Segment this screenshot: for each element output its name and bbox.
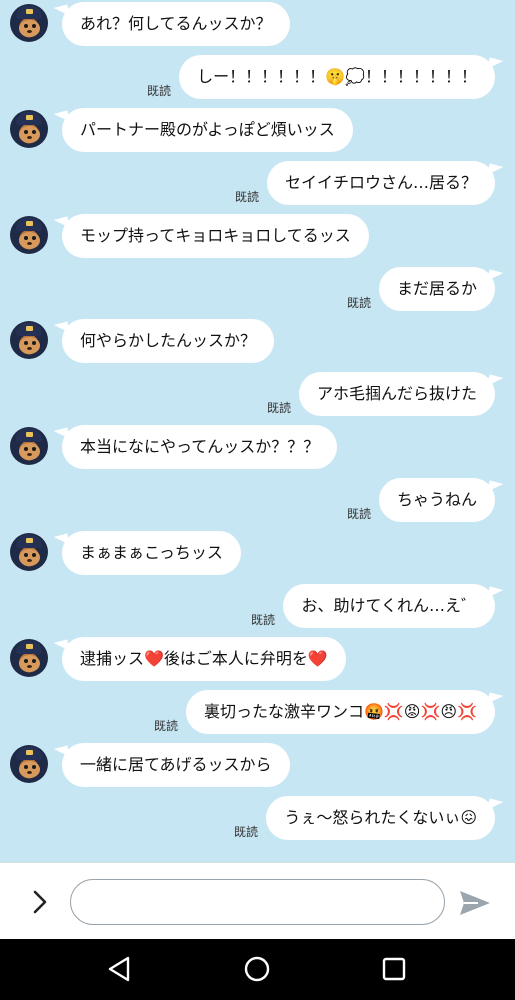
incoming-message-bubble[interactable]: パートナー殿のがよっぽど煩いッス — [62, 108, 353, 152]
message-row-in: 一緒に居てあげるッスから — [0, 743, 515, 787]
message-row-out: 裏切ったな激辛ワンコ🤬💢😡💢😠💢 既読 — [0, 690, 515, 734]
message-row-in: 何やらかしたんッスか？ — [0, 319, 515, 363]
outgoing-message-bubble[interactable]: アホ毛掴んだら抜けた — [298, 372, 495, 416]
read-receipt: 既読 — [234, 190, 259, 204]
message-row-in: モップ持ってキョロキョロしてるッス — [0, 214, 515, 258]
avatar[interactable] — [10, 533, 48, 571]
read-receipt: 既読 — [346, 296, 371, 310]
message-row-out: アホ毛掴んだら抜けた 既読 — [0, 372, 515, 416]
message-input[interactable] — [70, 879, 445, 925]
recents-square-icon[interactable] — [378, 953, 410, 985]
chevron-right-icon[interactable] — [26, 888, 54, 916]
read-receipt: 既読 — [153, 719, 178, 733]
outgoing-message-bubble[interactable]: お、助けてくれん…え゛ — [283, 584, 495, 628]
message-row-out: お、助けてくれん…え゛ 既読 — [0, 584, 515, 628]
incoming-message-bubble[interactable]: まぁまぁこっちッス — [62, 531, 241, 575]
outgoing-message-bubble[interactable]: しー！！！！！！🤫💭！！！！！！！ — [179, 55, 495, 99]
avatar[interactable] — [10, 110, 48, 148]
read-receipt: 既読 — [146, 84, 171, 98]
incoming-message-bubble[interactable]: あれ？何してるんッスか？ — [62, 2, 290, 46]
message-row-in: 本当になにやってんッスか？？？ — [0, 425, 515, 469]
avatar[interactable] — [10, 427, 48, 465]
avatar[interactable] — [10, 639, 48, 677]
incoming-message-bubble[interactable]: 本当になにやってんッスか？？？ — [62, 425, 338, 469]
read-receipt: 既読 — [233, 825, 258, 839]
incoming-message-bubble[interactable]: 一緒に居てあげるッスから — [62, 743, 290, 787]
outgoing-message-bubble[interactable]: うぇ〜怒られたくないぃ😖 — [266, 796, 495, 840]
message-row-in: 逮捕ッス❤️後はご本人に弁明を❤️ — [0, 637, 515, 681]
outgoing-message-bubble[interactable]: まだ居るか — [378, 267, 495, 311]
back-triangle-icon[interactable] — [104, 953, 136, 985]
system-nav-bar — [0, 939, 515, 1000]
message-row-in: あれ？何してるんッスか？ — [0, 2, 515, 46]
send-icon[interactable] — [458, 888, 492, 918]
read-receipt: 既読 — [266, 401, 291, 415]
chat-area[interactable]: あれ？何してるんッスか？ しー！！！！！！🤫💭！！！！！！！ 既読 パートナー殿のがよ… — [0, 0, 515, 862]
message-row-out: うぇ〜怒られたくないぃ😖 既読 — [0, 796, 515, 840]
message-row-out: まだ居るか 既読 — [0, 267, 515, 311]
read-receipt: 既読 — [250, 613, 275, 627]
incoming-message-bubble[interactable]: モップ持ってキョロキョロしてるッス — [62, 214, 369, 258]
message-row-in: まぁまぁこっちッス — [0, 531, 515, 575]
avatar[interactable] — [10, 4, 48, 42]
input-bar — [0, 862, 515, 939]
outgoing-message-bubble[interactable]: セイイチロウさん…居る？ — [266, 161, 495, 205]
incoming-message-bubble[interactable]: 逮捕ッス❤️後はご本人に弁明を❤️ — [62, 637, 346, 681]
outgoing-message-bubble[interactable]: ちゃうねん — [378, 478, 495, 522]
home-circle-icon[interactable] — [241, 953, 273, 985]
incoming-message-bubble[interactable]: 何やらかしたんッスか？ — [62, 319, 275, 363]
message-row-out: しー！！！！！！🤫💭！！！！！！！ 既読 — [0, 55, 515, 99]
avatar[interactable] — [10, 321, 48, 359]
outgoing-message-bubble[interactable]: 裏切ったな激辛ワンコ🤬💢😡💢😠💢 — [185, 690, 495, 734]
message-row-in: パートナー殿のがよっぽど煩いッス — [0, 108, 515, 152]
message-row-out: セイイチロウさん…居る？ 既読 — [0, 161, 515, 205]
message-row-out: ちゃうねん 既読 — [0, 478, 515, 522]
read-receipt: 既読 — [346, 507, 371, 521]
avatar[interactable] — [10, 745, 48, 783]
avatar[interactable] — [10, 216, 48, 254]
